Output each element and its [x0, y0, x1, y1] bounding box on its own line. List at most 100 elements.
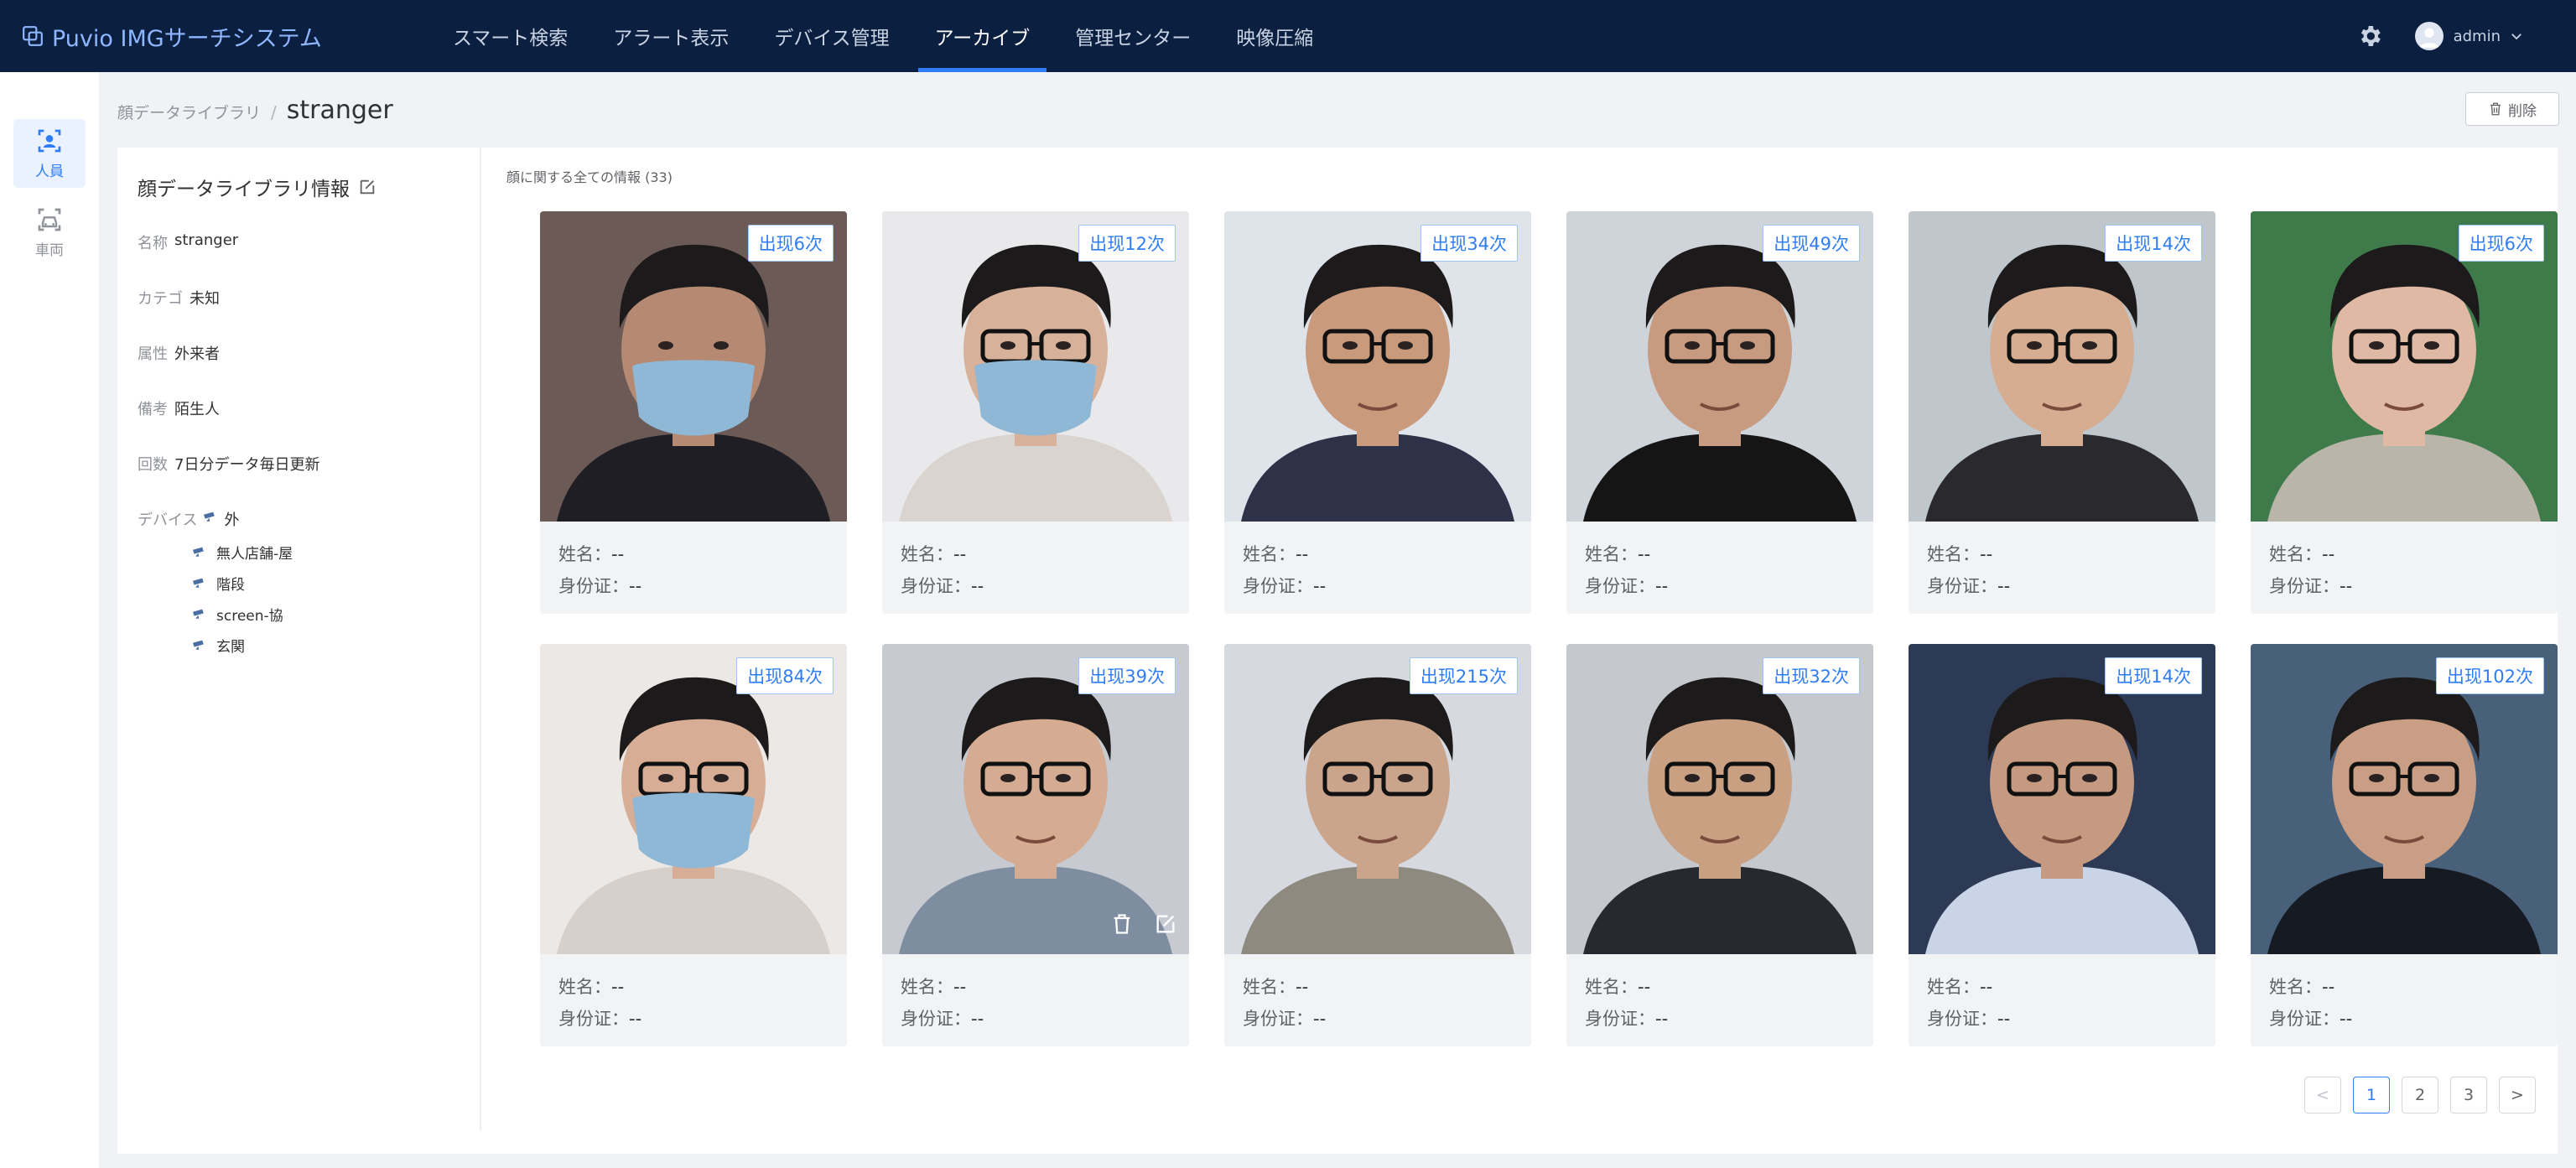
camera-icon	[193, 547, 204, 557]
app-logo-icon	[23, 26, 43, 46]
id-value: --	[629, 576, 642, 596]
occurrence-badge: 出现39次	[1078, 657, 1176, 694]
nav-item[interactable]: アーカイブ	[917, 0, 1047, 72]
gear-icon[interactable]	[2356, 23, 2383, 49]
face-card[interactable]: 出现215次 姓名：-- 身份证：--	[1224, 644, 1531, 1046]
breadcrumb-parent[interactable]: 顔データライブラリ	[117, 101, 261, 123]
id-row: 身份证：--	[558, 1003, 847, 1035]
face-photo-frame[interactable]: 出现32次	[1566, 644, 1873, 954]
id-row: 身份证：--	[1927, 570, 2215, 602]
face-photo-frame[interactable]: 出现6次	[540, 211, 847, 522]
face-card-meta: 姓名：-- 身份证：--	[1566, 954, 1873, 1035]
id-row: 身份证：--	[2269, 1003, 2558, 1035]
face-card[interactable]: 出现49次 姓名：-- 身份证：--	[1566, 211, 1873, 614]
face-card[interactable]: 出现84次姓名：-- 身份证：--	[540, 644, 847, 1046]
face-card[interactable]: 出现32次 姓名：-- 身份证：--	[1566, 644, 1873, 1046]
face-card-meta: 姓名：-- 身份证：--	[540, 954, 847, 1035]
library-info-panel: 顔データライブラリ情報 名称 stranger カテゴ 未知 属性 外来者 備考 陌生人 回数 7…	[117, 148, 481, 1130]
results-area: 顔に関する全ての情報 (33) 出现6次 姓名：-- 身份证：-- 出现12次 姓名：-…	[506, 148, 2558, 1154]
page-button[interactable]: 2	[2402, 1077, 2438, 1113]
page-button[interactable]: 1	[2353, 1077, 2390, 1113]
name-value: --	[611, 977, 625, 997]
nav-item[interactable]: 管理センター	[1058, 0, 1208, 72]
face-card[interactable]: 出现34次 姓名：-- 身份证：--	[1224, 211, 1531, 614]
name-value: --	[611, 544, 625, 564]
face-photo-frame[interactable]: 出现215次	[1224, 644, 1531, 954]
rail-item-vehicle[interactable]: 車両	[13, 198, 86, 267]
id-value: --	[1313, 1009, 1327, 1029]
device-tree-item[interactable]: 階段	[191, 573, 480, 594]
face-photo-frame[interactable]: 出现84次	[540, 644, 847, 954]
occurrence-badge: 出现84次	[736, 657, 834, 694]
face-card[interactable]: 出现39次姓名： -- 身份证：--	[882, 644, 1189, 1046]
breadcrumb-separator: /	[271, 102, 277, 122]
edit-icon[interactable]	[1154, 912, 1177, 936]
user-avatar-icon[interactable]	[2414, 22, 2444, 50]
info-field-label: 備考	[138, 401, 168, 418]
face-card-meta: 姓名： -- 身份证：--	[882, 954, 1189, 1035]
name-label: 姓名：	[901, 977, 953, 997]
rail-item-person[interactable]: 人員	[13, 119, 86, 188]
face-card[interactable]: 出现12次 姓名：-- 身份证：--	[882, 211, 1189, 614]
face-photo-frame[interactable]: 出现102次	[2251, 644, 2558, 954]
occurrence-badge: 出现14次	[2105, 657, 2202, 694]
id-row: 身份证：--	[1927, 1003, 2215, 1035]
id-label: 身份证：	[1585, 576, 1655, 596]
name-value: --	[1638, 977, 1651, 997]
occurrence-badge: 出现12次	[1078, 225, 1176, 262]
face-photo-frame[interactable]: 出现14次	[1909, 644, 2215, 954]
id-value: --	[1997, 576, 2011, 596]
id-value: --	[971, 1009, 984, 1029]
face-card[interactable]: 出现14次 姓名：-- 身份证：--	[1909, 211, 2215, 614]
face-card-meta: 姓名：-- 身份证：--	[1566, 522, 1873, 602]
device-tree-item[interactable]: screen-協	[191, 604, 480, 625]
app-title: Puvio IMGサーチシステム	[52, 25, 322, 52]
device-tree-item[interactable]: 玄関	[191, 635, 480, 656]
face-card[interactable]: 出现14次 姓名：-- 身份证：--	[1909, 644, 2215, 1046]
face-photo-frame[interactable]: 出现39次	[882, 644, 1189, 954]
id-label: 身份证：	[1927, 1009, 1997, 1029]
delete-button[interactable]: 削除	[2465, 92, 2559, 126]
device-tree-item[interactable]: 無人店舗-屋	[191, 542, 480, 563]
id-label: 身份证：	[1927, 576, 1997, 596]
prev-page-button[interactable]: <	[2304, 1077, 2341, 1113]
app-brand[interactable]: Puvio IMGサーチシステム	[22, 20, 436, 53]
face-card[interactable]: 出现102次 姓名：-- 身份证：--	[2251, 644, 2558, 1046]
name-row: 姓名：--	[1927, 538, 2215, 570]
name-value: --	[1638, 544, 1651, 564]
face-photo-frame[interactable]: 出现6次	[2251, 211, 2558, 522]
face-card[interactable]: 出现6次 姓名：-- 身份证：--	[540, 211, 847, 614]
nav-item[interactable]: アラート表示	[596, 0, 745, 72]
id-row: 身份证：--	[1585, 570, 1873, 602]
info-field-value: stranger	[174, 231, 239, 249]
page-button[interactable]: 3	[2450, 1077, 2487, 1113]
face-photo-frame[interactable]: 出现14次	[1909, 211, 2215, 522]
name-row: 姓名：--	[1585, 538, 1873, 570]
face-photo-frame[interactable]: 出现49次	[1566, 211, 1873, 522]
nav-item[interactable]: 映像圧縮	[1219, 0, 1330, 72]
name-label: 姓名：	[1243, 977, 1296, 997]
nav-item[interactable]: デバイス管理	[757, 0, 906, 72]
results-header: 顔に関する全ての情報 (33)	[506, 169, 673, 185]
name-label: 姓名：	[558, 977, 611, 997]
id-row: 身份证：--	[901, 1003, 1189, 1035]
face-photo-frame[interactable]: 出现34次	[1224, 211, 1531, 522]
vehicle-icon	[38, 208, 61, 231]
trash-icon[interactable]	[1110, 912, 1134, 936]
next-page-button[interactable]: >	[2499, 1077, 2536, 1113]
edit-icon[interactable]	[358, 178, 377, 196]
name-row: 姓名：--	[1243, 538, 1531, 570]
id-row: 身份证：--	[901, 570, 1189, 602]
page-title: stranger	[286, 96, 393, 125]
chevron-down-icon[interactable]	[2509, 29, 2524, 44]
face-card[interactable]: 出现6次 姓名：-- 身份证：--	[2251, 211, 2558, 614]
nav-item[interactable]: スマート検索	[436, 0, 584, 72]
info-field-label: 名称	[138, 235, 168, 252]
name-label: 姓名：	[1585, 544, 1638, 564]
user-name[interactable]: admin	[2454, 28, 2501, 45]
face-card-meta: 姓名：-- 身份证：--	[1909, 522, 2215, 602]
face-photo-frame[interactable]: 出现12次	[882, 211, 1189, 522]
info-field: 属性 外来者	[138, 342, 480, 364]
device-root[interactable]: 外	[224, 508, 239, 530]
device-label: デバイス	[138, 511, 198, 529]
